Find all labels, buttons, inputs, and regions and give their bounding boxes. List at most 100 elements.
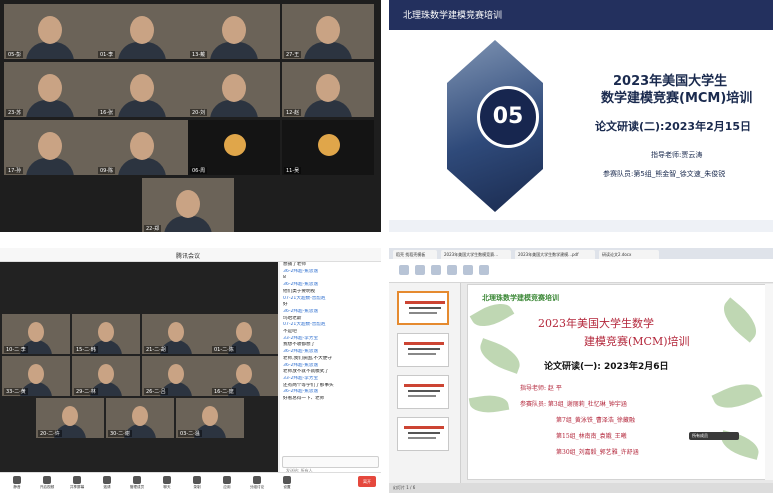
chat-sender: 33-2纬超-李芳宝 [283,375,319,381]
participant-tile[interactable]: 13-戴 [188,4,280,59]
participant-tile[interactable]: 30-二·谢 [106,398,174,438]
floating-chat-chip[interactable]: 所有成员 [689,432,739,440]
toolbar-button[interactable]: 录制 [186,476,208,492]
participant-tile[interactable]: 16-二·庞 [210,356,278,396]
chat-message: 8 [283,275,286,281]
participant-face [130,74,154,102]
participant-name: 27-王 [284,51,302,58]
participant-tile[interactable]: 26-二·吕 [142,356,210,396]
document-tab[interactable]: 2023年美国大学生数学建模...pdf [515,250,595,259]
participant-face [222,16,246,44]
participant-name: 26-二·吕 [144,388,168,395]
participant-body [304,100,352,117]
participant-face [316,16,340,44]
participant-body [210,100,258,117]
participant-tile[interactable]: 21-二·胡 [142,314,210,354]
meeting-toolbar: 静音 开启视频 共享屏幕 邀请 管理成员 聊天 录制 应用 分组讨论 设置 [0,472,381,493]
document-tab[interactable]: 稻壳 找稻壳模板 [393,250,437,259]
slide-number-badge: 05 [477,86,539,148]
participant-tile[interactable]: 22-郑 [142,178,234,232]
participant-tile[interactable]: 09-陈 [96,120,188,175]
participant-tile[interactable]: 29-二·林 [72,356,140,396]
slide-canvas[interactable]: 北理珠数学建模竞赛培训 2023年美国大学生数学 建模竞赛(MCM)培训 论文研… [467,284,771,480]
participant-tile[interactable]: 10-二 李 [2,314,70,354]
ribbon-icon[interactable] [463,265,473,275]
slide-team: 参赛队员:第5组_熊金智_徐文速_朱俊锐 [603,170,726,178]
participant-face [38,16,62,44]
toolbar-label: 分组讨论 [249,485,265,489]
participant-tile[interactable]: 16-张 [96,62,188,117]
slide-footer-strip [389,220,773,232]
participant-face [98,322,114,342]
participant-name: 09-陈 [98,167,116,174]
participant-tile[interactable]: 01-二·陈 [210,314,278,354]
toolbar-button[interactable]: 共享屏幕 [66,476,88,492]
participant-name: 20-刘 [190,109,208,116]
slide-thumbnail[interactable] [397,333,449,367]
leave-meeting-button[interactable]: 离开 [358,476,376,487]
participant-tile[interactable]: 17-孙 [4,120,96,175]
toolbar-button[interactable]: 应用 [216,476,238,492]
presentation-slide-panel: 北理珠数学建模竞赛培训 05 2023年美国大学生 数学建模竞赛(MCM)培训 … [389,0,773,232]
ribbon-icon[interactable] [479,265,489,275]
toolbar-icon [13,476,21,484]
participant-face [236,364,252,384]
participant-tile[interactable]: 03-二·温 [176,398,244,438]
participant-name: 11-吴 [284,167,302,174]
document-tab[interactable]: 研读论文2.docx [599,250,659,259]
toolbar-icon [133,476,141,484]
participant-face [168,322,184,342]
chat-message: 我想不收都想了 [283,342,316,348]
toolbar-button[interactable]: 设置 [276,476,298,492]
toolbar-button[interactable]: 管理成员 [126,476,148,492]
participant-tile[interactable]: 05-彭 [4,4,96,59]
participant-tile[interactable]: 15-二·韩 [72,314,140,354]
video-gallery-panel: 05-彭 01-李 13-戴 27-王 23-苏 16-张 20-刘 12-赵 17-孙 09-陈… [0,0,381,232]
participant-face [132,406,148,426]
participant-tile[interactable]: 06-周 [188,120,280,175]
ribbon-icon[interactable] [415,265,425,275]
chat-message: 老师,我们获国,不大便守 [283,355,332,361]
toolbar-icon [73,476,81,484]
slide-thumbnail[interactable] [397,417,449,451]
participant-name: 13-戴 [190,51,208,58]
toolbar-icon [193,476,201,484]
participant-tile[interactable]: 20-刘 [188,62,280,117]
participant-tile[interactable]: 01-李 [96,4,188,59]
chat-message: 好 [283,302,288,308]
document-tab-bar: 稻壳 找稻壳模板 2023年美国大学生数模竞赛... 2023年美国大学生数学建模.… [389,248,773,259]
ribbon-icon[interactable] [399,265,409,275]
chat-sender: 36-2纬超-蕉思逸 [283,389,319,395]
right-side-toolbar [765,284,773,480]
toolbar-button[interactable]: 开启视频 [36,476,58,492]
participant-tile[interactable]: 23-苏 [4,62,96,117]
participant-name: 30-二·谢 [108,430,132,437]
slide-thumbnail[interactable] [397,375,449,409]
slide-title-line2: 数学建模竞赛(MCM)培训 [601,91,753,106]
chat-message: 想捕了老师 [283,262,306,267]
ribbon-icon[interactable] [447,265,457,275]
participant-name: 06-周 [190,167,208,174]
slide-thumbnail-panel [389,283,461,483]
participant-tile[interactable]: 33-二·黄 [2,356,70,396]
slide-thumbnail[interactable] [397,291,449,325]
chat-input[interactable]: 发送给: 所有人 [282,456,379,473]
ribbon-icon[interactable] [431,265,441,275]
participant-tile[interactable]: 12-赵 [282,62,374,117]
participant-tile[interactable]: 11-吴 [282,120,374,175]
participant-name: 16-张 [98,109,116,116]
participant-name: 22-郑 [144,225,162,232]
participant-tile[interactable]: 20-二·许 [36,398,104,438]
participant-name: 20-二·许 [38,430,62,437]
participant-tile[interactable]: 27-王 [282,4,374,59]
toolbar-button[interactable]: 邀请 [96,476,118,492]
participant-name: 15-二·韩 [74,346,98,353]
toolbar-button[interactable]: 分组讨论 [246,476,268,492]
chat-sender: 36-2纬超-蕉思逸 [283,268,319,274]
toolbar-button[interactable]: 聊天 [156,476,178,492]
toolbar-button[interactable]: 静音 [6,476,28,492]
avatar [224,134,246,156]
participant-face [62,406,78,426]
participant-name: 17-孙 [6,167,24,174]
document-tab[interactable]: 2023年美国大学生数模竞赛... [441,250,511,259]
